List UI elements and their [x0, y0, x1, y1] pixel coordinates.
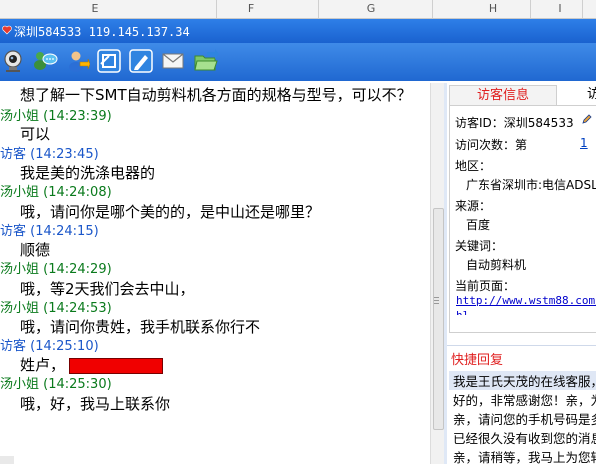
screenshot-icon[interactable]: [96, 48, 122, 74]
quick-reply-title: 快捷回复: [451, 353, 504, 368]
message-text: 姓卢，: [20, 356, 66, 374]
agent-name-timestamp: 汤小姐 (14:23:39): [0, 109, 112, 124]
column-label: H: [488, 2, 498, 15]
agent-name-timestamp: 汤小姐 (14:24:29): [0, 262, 112, 277]
quick-reply-item[interactable]: 我是王氏天茂的在线客服，: [449, 371, 596, 390]
chat-scrollbar[interactable]: [430, 83, 445, 464]
scrollbar-thumb[interactable]: [433, 208, 444, 430]
bottom-scrollbar[interactable]: [0, 456, 14, 464]
pencil-icon[interactable]: [582, 114, 592, 124]
message-text: 哦，请问你贵姓，我手机联系你行不: [20, 318, 261, 336]
quick-reply-item[interactable]: 已经很久没有收到您的消息了: [453, 428, 596, 447]
redacted-block: [69, 357, 164, 374]
column-divider: [216, 0, 217, 18]
chat-transcript[interactable]: 想了解一下SMT自动剪料机各方面的规格与型号，可以不？ 汤小姐 (14:23:3…: [0, 83, 430, 464]
chat-toolbar: [0, 43, 596, 81]
current-page-url[interactable]: http://www.wstm88.com/Pr: [456, 294, 596, 307]
window-title: 深圳584533 119.145.137.34: [14, 25, 190, 39]
column-label: G: [366, 2, 376, 15]
visitor-name-timestamp: 访客 (14:23:45): [0, 147, 99, 162]
message-text: 可以: [20, 125, 51, 143]
agent-name-timestamp: 汤小姐 (14:24:53): [0, 301, 112, 316]
region-label: 地区：: [455, 159, 492, 173]
spreadsheet-column-header: E F G H I: [0, 0, 596, 19]
visitor-info-box: 访客ID：深圳584533 访问次数：第 1 地区： 广东省深圳市:电信ADSL…: [449, 105, 596, 333]
quick-reply-list[interactable]: 我是王氏天茂的在线客服， 好的，非常感谢您！亲，为了 亲，请问您的手机号码是多少…: [447, 369, 596, 464]
webcam-icon[interactable]: [2, 48, 28, 74]
column-label: I: [558, 2, 562, 15]
keyword-label: 关键词：: [455, 239, 504, 253]
quick-reply-header: 快捷回复: [447, 345, 596, 368]
scrollbar-grip: [434, 297, 439, 298]
quick-reply-item[interactable]: 亲，请稍等，我马上为您转接: [453, 447, 596, 464]
visitor-info-panel: 访客信息 访 访客ID：深圳584533 访问次数：第 1 地区： 广东省深圳市…: [447, 83, 596, 464]
column-label: E: [91, 2, 99, 15]
message-text: 哦，等2天我们会去中山，: [20, 280, 195, 298]
message-with-redaction: 姓卢，: [20, 355, 164, 375]
column-divider: [318, 0, 319, 18]
quick-reply-item[interactable]: 亲，请问您的手机号码是多少: [453, 409, 596, 428]
column-divider: [530, 0, 531, 18]
edit-note-icon[interactable]: [128, 48, 154, 74]
agent-name-timestamp: 汤小姐 (14:24:08): [0, 185, 112, 200]
heart-icon: [2, 25, 12, 35]
region-value: 广东省深圳市:电信ADSL: [466, 178, 596, 192]
visitor-id: 访客ID：深圳584533: [455, 116, 574, 130]
visitor-name-timestamp: 访客 (14:25:10): [0, 339, 99, 354]
visit-count-link[interactable]: 1: [580, 136, 588, 150]
message-text: 顺德: [20, 241, 51, 259]
chat-window-titlebar[interactable]: 深圳584533 119.145.137.34: [0, 19, 596, 43]
message-text: 想了解一下SMT自动剪料机各方面的规格与型号，可以不？: [20, 86, 412, 104]
transfer-user-icon[interactable]: [64, 48, 90, 74]
message-text: 哦，好，我马上联系你: [20, 395, 171, 413]
chat-users-icon[interactable]: [32, 48, 58, 74]
agent-name-timestamp: 汤小姐 (14:25:30): [0, 377, 112, 392]
visit-count-label: 访问次数：第: [455, 138, 528, 152]
column-divider: [432, 0, 433, 18]
current-page-label: 当前页面：: [455, 279, 516, 293]
keyword-value: 自动剪料机: [466, 258, 527, 272]
current-page-url-cont[interactable]: hl: [456, 309, 469, 315]
visitor-name-timestamp: 访客 (14:24:15): [0, 224, 99, 239]
column-divider: [582, 0, 583, 18]
message-text: 哦，请问你是哪个美的的，是中山还是哪里？: [20, 203, 321, 221]
quick-reply-item[interactable]: 好的，非常感谢您！亲，为了: [453, 390, 596, 409]
tab-visitor-info[interactable]: 访客信息: [449, 85, 557, 106]
folder-open-icon[interactable]: [193, 48, 219, 74]
source-label: 来源：: [455, 199, 492, 213]
column-label: F: [247, 2, 255, 15]
message-text: 我是美的洗涤电器的: [20, 164, 156, 182]
mail-icon[interactable]: [160, 48, 186, 74]
source-value: 百度: [466, 218, 491, 232]
tab-other[interactable]: 访: [587, 85, 596, 105]
